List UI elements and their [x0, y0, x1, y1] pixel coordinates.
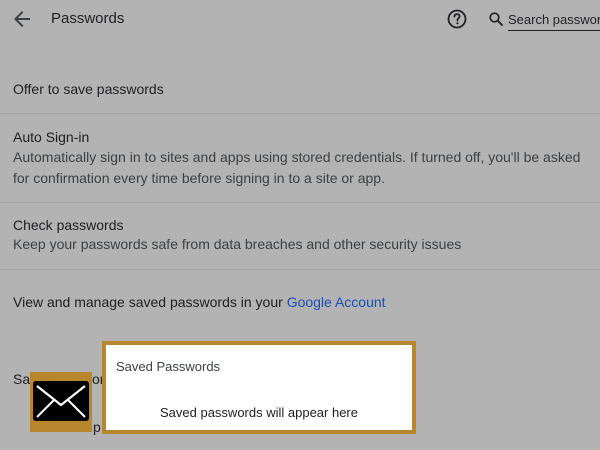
manage-passwords-prefix: View and manage saved passwords in your [13, 294, 287, 310]
obscured-text-fragment: p [93, 419, 101, 435]
search-input[interactable] [508, 8, 600, 31]
header-bar: Passwords [0, 0, 600, 38]
back-button[interactable] [10, 7, 34, 31]
check-passwords-label: Check passwords [13, 217, 124, 233]
passwords-settings-page: Passwords Offer to save passwords Auto S… [0, 0, 600, 450]
offer-to-save-label: Offer to save passwords [13, 81, 164, 97]
search-icon[interactable] [488, 11, 504, 27]
arrow-back-icon [14, 11, 30, 27]
auto-signin-description: Automatically sign in to sites and apps … [13, 149, 581, 186]
mail-icon-box [30, 372, 92, 432]
envelope-icon [33, 381, 89, 421]
saved-passwords-title: Saved Passwords [116, 359, 221, 374]
saved-passwords-panel: Saved Passwords Saved passwords will app… [102, 341, 416, 434]
manage-passwords-text: View and manage saved passwords in your … [13, 293, 386, 311]
help-circle-icon [447, 9, 467, 29]
google-account-link[interactable]: Google Account [287, 294, 386, 310]
page-title: Passwords [51, 10, 125, 27]
empty-state-message: Saved passwords will appear here [160, 405, 358, 420]
auto-signin-label: Auto Sign-in [13, 129, 90, 145]
check-passwords-description: Keep your passwords safe from data breac… [13, 236, 462, 252]
divider [0, 269, 600, 270]
search-box [488, 8, 600, 32]
help-button[interactable] [446, 8, 468, 30]
